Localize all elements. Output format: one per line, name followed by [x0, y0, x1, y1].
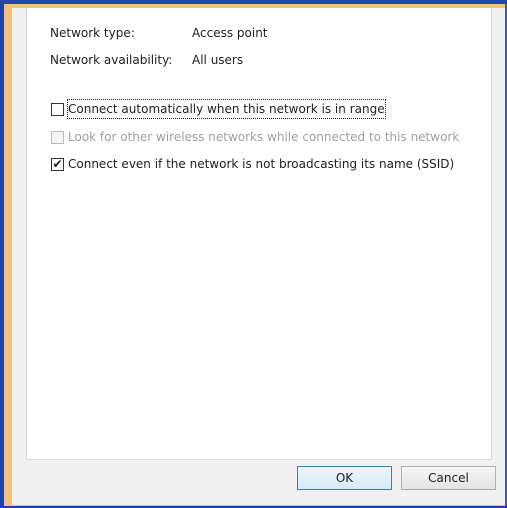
network-availability-label: Network availability: — [50, 53, 173, 67]
look-for-other-networks-checkbox: Look for other wireless networks while c… — [51, 128, 459, 146]
network-type-label: Network type: — [50, 26, 135, 40]
network-type-row: Network type: Access point — [50, 24, 268, 42]
checkbox-box — [51, 130, 64, 144]
look-for-other-networks-label: Look for other wireless networks while c… — [68, 130, 460, 144]
checkbox-box[interactable] — [51, 102, 64, 116]
cancel-button[interactable]: Cancel — [401, 466, 496, 490]
connect-automatically-label[interactable]: Connect automatically when this network … — [67, 99, 386, 119]
network-availability-row: Network availability: All users — [50, 51, 243, 69]
ok-button[interactable]: OK — [297, 466, 392, 490]
checkmark-icon[interactable]: ✔ — [51, 157, 64, 171]
connect-even-if-hidden-label[interactable]: Connect even if the network is not broad… — [68, 155, 454, 173]
connection-tab-panel: Network type: Access point Network availa… — [26, 8, 492, 460]
network-type-value: Access point — [192, 26, 268, 40]
dialog-window: Network type: Access point Network availa… — [4, 4, 507, 506]
connect-automatically-checkbox[interactable]: Connect automatically when this network … — [51, 99, 386, 119]
connect-even-if-hidden-checkbox[interactable]: ✔ Connect even if the network is not bro… — [51, 155, 454, 173]
dialog-client-area: Network type: Access point Network availa… — [12, 8, 505, 505]
network-availability-value: All users — [192, 53, 244, 67]
